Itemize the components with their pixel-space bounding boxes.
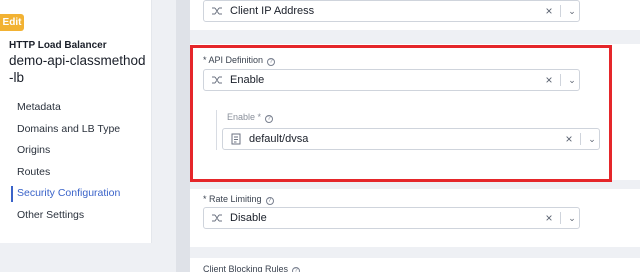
select-divider <box>560 212 561 224</box>
rate-limiting-value: Disable <box>230 212 267 224</box>
chevron-down-icon[interactable]: ⌄ <box>565 213 579 224</box>
edit-badge: Edit <box>0 14 24 31</box>
select-divider <box>560 5 561 17</box>
clear-icon[interactable]: × <box>542 211 556 225</box>
highlight-box <box>190 45 612 182</box>
nav-item-security-configuration[interactable]: Security Configuration <box>0 183 151 205</box>
resource-name: demo-api-classmethod-lb <box>9 53 146 85</box>
nav-item-origins[interactable]: Origins <box>0 140 151 162</box>
chevron-down-icon[interactable]: ⌄ <box>565 6 579 17</box>
clear-icon[interactable]: × <box>542 4 556 18</box>
resource-type-label: HTTP Load Balancer <box>9 40 107 51</box>
nav-item-domains-lb-type[interactable]: Domains and LB Type <box>0 119 151 141</box>
field-type-icon <box>204 6 230 16</box>
client-ip-value: Client IP Address <box>230 5 315 17</box>
sidebar: Edit HTTP Load Balancer demo-api-classme… <box>0 0 152 243</box>
rate-limiting-select[interactable]: Disable × ⌄ <box>203 207 580 229</box>
field-type-icon <box>204 213 230 223</box>
rate-limiting-label: * Rate Limiting? <box>203 194 274 205</box>
client-ip-select[interactable]: Client IP Address × ⌄ <box>203 0 580 22</box>
nav-item-metadata[interactable]: Metadata <box>0 97 151 119</box>
help-icon[interactable]: ? <box>292 267 301 272</box>
client-blocking-label: Client Blocking Rules? <box>203 264 301 272</box>
nav-item-other-settings[interactable]: Other Settings <box>0 205 151 227</box>
section-nav: Metadata Domains and LB Type Origins Rou… <box>0 97 151 227</box>
gutter <box>152 0 176 272</box>
help-icon[interactable]: ? <box>265 197 274 205</box>
content-scroll-strip <box>176 0 190 272</box>
nav-item-routes[interactable]: Routes <box>0 162 151 184</box>
